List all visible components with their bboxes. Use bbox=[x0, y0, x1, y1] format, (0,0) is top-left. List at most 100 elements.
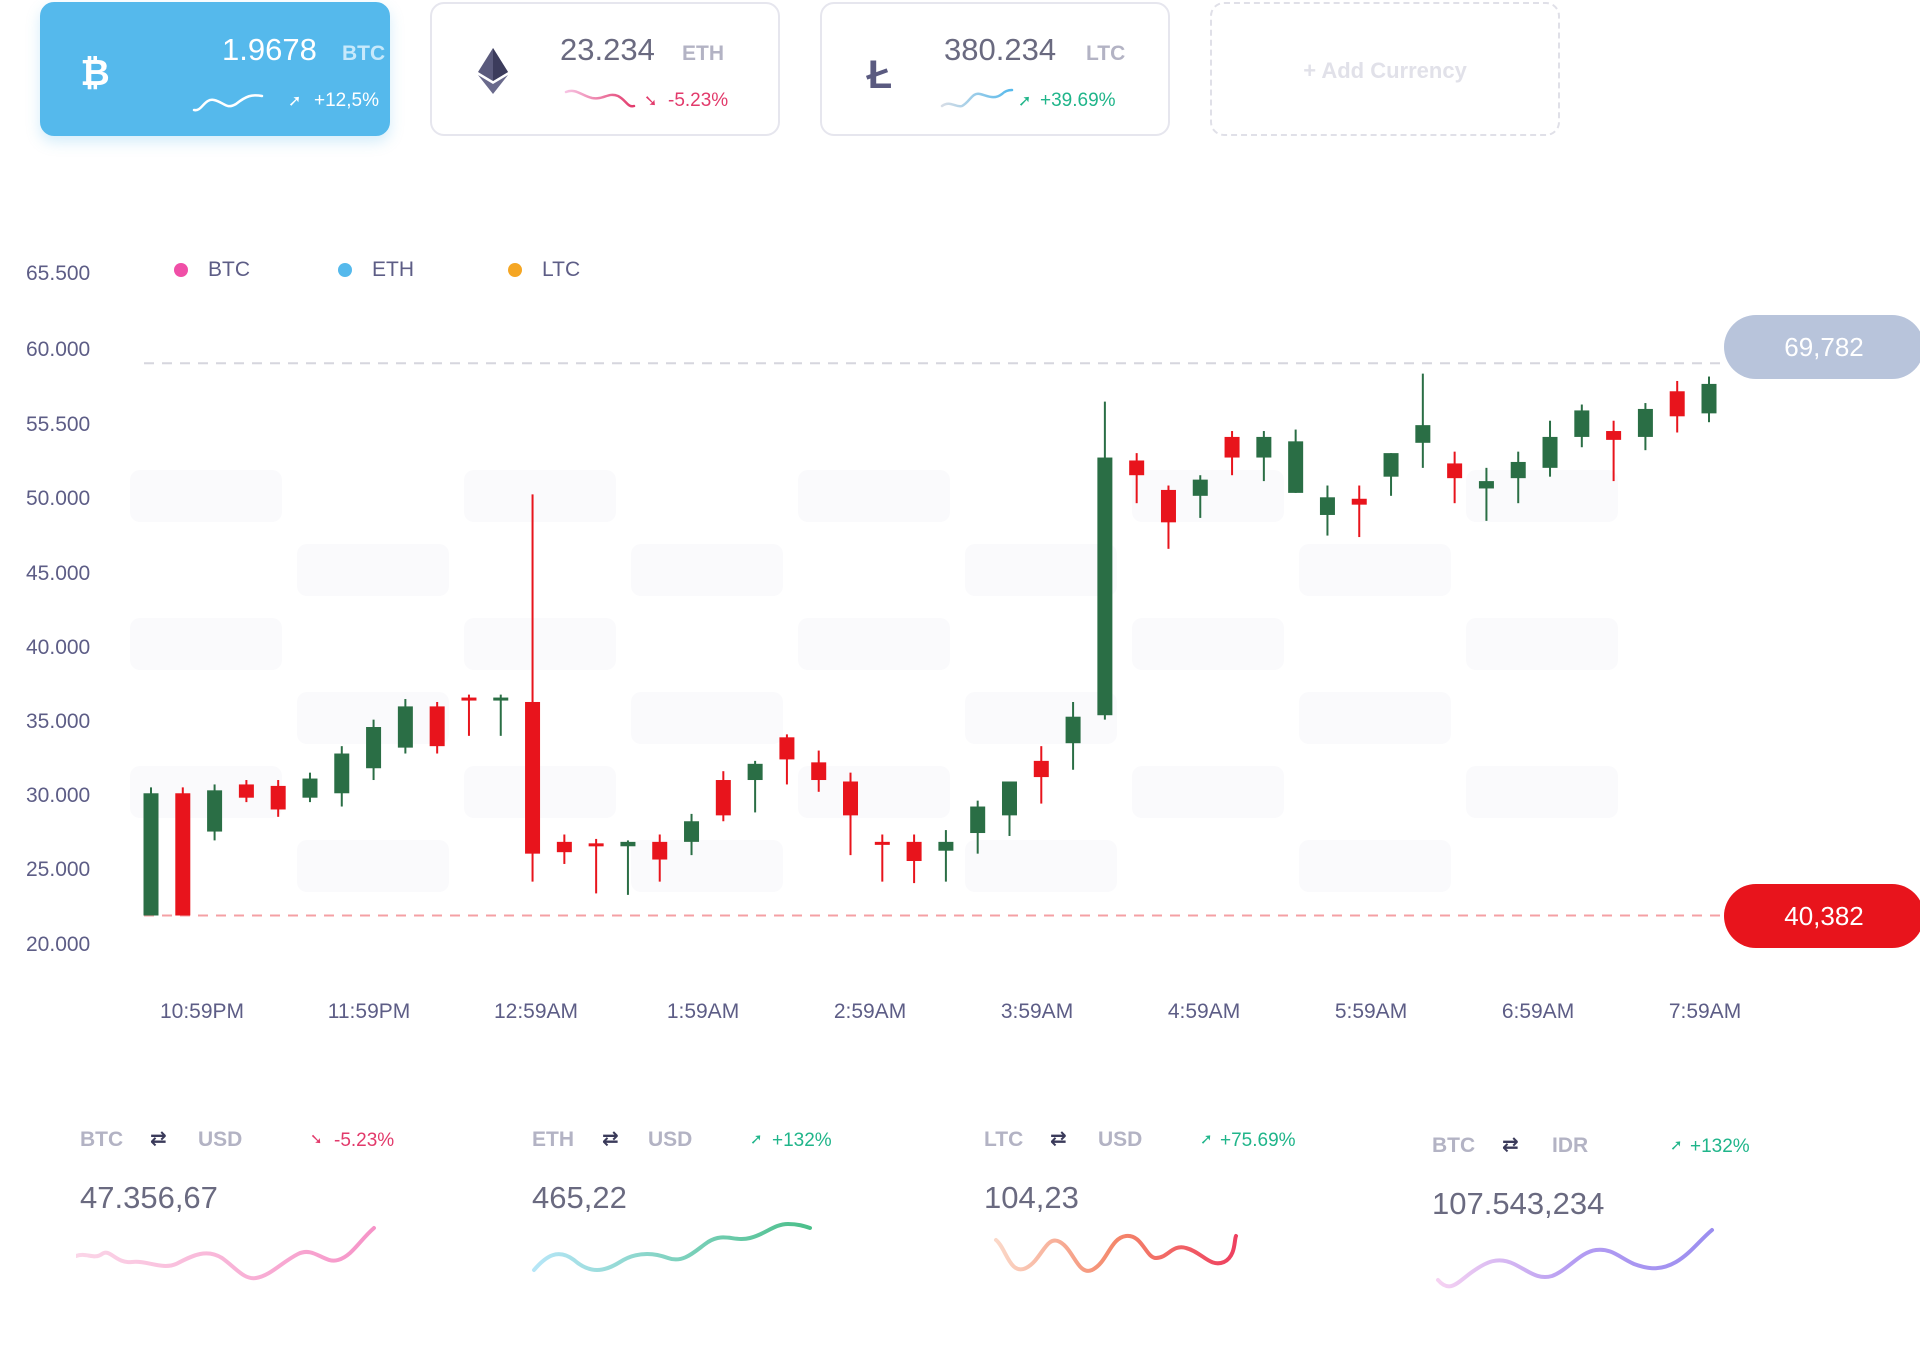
candle-body bbox=[1447, 463, 1463, 479]
candle-body bbox=[525, 701, 541, 854]
y-tick-label: 40.000 bbox=[26, 636, 90, 659]
candle-bullish bbox=[1192, 475, 1208, 518]
pair-from: ETH bbox=[532, 1128, 574, 1151]
grid-block bbox=[130, 766, 282, 818]
candle-bullish bbox=[302, 772, 318, 803]
card-symbol: BTC bbox=[342, 42, 386, 65]
candle-body bbox=[652, 841, 668, 860]
candle-bearish bbox=[779, 734, 795, 785]
card-amount: 1.9678 bbox=[222, 32, 317, 67]
candle-body bbox=[302, 778, 318, 798]
pair-to: USD bbox=[1098, 1128, 1143, 1151]
pair-widget-btc-idr[interactable]: BTC ⇄ IDR ➚ +132% 107.543,234 bbox=[1432, 1134, 1792, 1334]
candle-bullish bbox=[1288, 429, 1304, 493]
bitcoin-icon: ₿ bbox=[80, 52, 109, 93]
candle-bullish bbox=[684, 813, 700, 856]
candle-bullish bbox=[620, 840, 636, 895]
pair-sparkline bbox=[1436, 1228, 1714, 1289]
candle-bullish bbox=[1256, 431, 1272, 482]
y-tick-label: 45.000 bbox=[26, 562, 90, 585]
candle-body bbox=[843, 781, 859, 816]
x-tick-label: 1:59AM bbox=[667, 1000, 739, 1023]
add-currency-button[interactable]: + Add Currency bbox=[1210, 2, 1560, 136]
candle-bearish bbox=[429, 701, 445, 754]
grid-block bbox=[1132, 766, 1284, 818]
candle-body bbox=[238, 784, 254, 798]
grid-block bbox=[965, 840, 1117, 892]
ethereum-icon bbox=[478, 48, 508, 94]
pair-change: +75.69% bbox=[1220, 1130, 1296, 1151]
candle-bearish bbox=[1033, 746, 1049, 804]
candle-body bbox=[906, 841, 922, 862]
candle-bearish bbox=[1606, 420, 1622, 482]
candle-body bbox=[1351, 498, 1367, 505]
candle-body bbox=[715, 780, 731, 816]
y-tick-label: 50.000 bbox=[26, 487, 90, 510]
candle-body bbox=[1097, 457, 1113, 716]
candle-bearish bbox=[461, 694, 477, 736]
grid-block bbox=[1299, 840, 1451, 892]
legend-item-eth[interactable]: ETH bbox=[338, 258, 414, 282]
pair-value: 465,22 bbox=[532, 1180, 627, 1215]
x-tick-label: 10:59PM bbox=[160, 1000, 244, 1023]
pair-widget-btc-usd[interactable]: BTC ⇄ USD ➘ -5.23% 47.356,67 bbox=[76, 1128, 440, 1328]
grid-block bbox=[1299, 544, 1451, 596]
arrow-up-right-icon: ➚ bbox=[1670, 1137, 1683, 1154]
y-tick-label: 35.000 bbox=[26, 710, 90, 733]
arrow-down-right-icon: ➘ bbox=[644, 93, 658, 110]
x-tick-label: 5:59AM bbox=[1335, 1000, 1407, 1023]
x-tick-label: 4:59AM bbox=[1168, 1000, 1240, 1023]
candle-body bbox=[1224, 436, 1240, 458]
candle-bullish bbox=[938, 830, 954, 882]
candle-bearish bbox=[906, 834, 922, 884]
swap-arrows-icon: ⇄ bbox=[1502, 1134, 1519, 1156]
grid-block bbox=[965, 544, 1117, 596]
y-tick-label: 60.000 bbox=[26, 338, 90, 361]
legend-item-ltc[interactable]: LTC bbox=[508, 258, 580, 282]
candle-body bbox=[143, 793, 159, 916]
candle-bearish bbox=[1669, 380, 1685, 433]
card-change: -5.23% bbox=[668, 90, 729, 111]
candle-bullish bbox=[493, 694, 509, 736]
candle-body bbox=[397, 706, 413, 748]
pair-value: 104,23 bbox=[984, 1180, 1079, 1215]
grid-block bbox=[631, 692, 783, 744]
currency-card-ltc[interactable]: L 380.234 LTC ➚ +39.69% bbox=[820, 2, 1170, 136]
legend-label: BTC bbox=[208, 258, 250, 281]
candle-body bbox=[684, 821, 700, 842]
grid-block bbox=[464, 618, 616, 670]
card-symbol: ETH bbox=[682, 42, 724, 65]
pair-widget-ltc-usd[interactable]: LTC ⇄ USD ➚ +75.69% 104,23 bbox=[984, 1128, 1344, 1328]
pair-to: USD bbox=[198, 1128, 243, 1151]
legend-label: LTC bbox=[542, 258, 581, 281]
arrow-up-right-icon: ➚ bbox=[1200, 1131, 1213, 1148]
low-price-pill: 40,382 bbox=[1724, 884, 1920, 948]
legend-label: ETH bbox=[372, 258, 414, 281]
swap-arrows-icon: ⇄ bbox=[602, 1128, 619, 1150]
candle-body bbox=[588, 843, 604, 847]
currency-card-eth[interactable]: 23.234 ETH ➘ -5.23% bbox=[430, 2, 780, 136]
legend-item-btc[interactable]: BTC bbox=[174, 258, 250, 282]
candle-body bbox=[1160, 489, 1176, 523]
candlestick-chart[interactable]: 65.500 60.000 55.500 50.000 45.000 40.000 35.0… bbox=[0, 0, 1920, 1060]
grid-block bbox=[464, 766, 616, 818]
y-tick-label: 55.500 bbox=[26, 413, 90, 436]
candle-body bbox=[779, 737, 795, 760]
candle-bullish bbox=[1510, 451, 1526, 504]
pair-from: BTC bbox=[80, 1128, 124, 1151]
candle-body bbox=[1288, 441, 1304, 493]
grid-block bbox=[798, 618, 950, 670]
card-amount: 380.234 bbox=[944, 32, 1057, 67]
grid-block bbox=[965, 692, 1117, 744]
candle-bullish bbox=[1065, 701, 1081, 770]
grid-block bbox=[631, 544, 783, 596]
card-sparkline bbox=[192, 94, 264, 112]
card-amount: 23.234 bbox=[560, 32, 655, 67]
pair-to: IDR bbox=[1552, 1134, 1589, 1157]
grid-block bbox=[1299, 692, 1451, 744]
currency-card-btc[interactable]: ₿ 1.9678 BTC ➚ +12,5% bbox=[40, 2, 390, 136]
y-tick-label: 30.000 bbox=[26, 784, 90, 807]
candle-bullish bbox=[747, 760, 763, 813]
pair-widget-eth-usd[interactable]: ETH ⇄ USD ➚ +132% 465,22 bbox=[532, 1128, 892, 1328]
candle-bearish bbox=[270, 780, 286, 817]
